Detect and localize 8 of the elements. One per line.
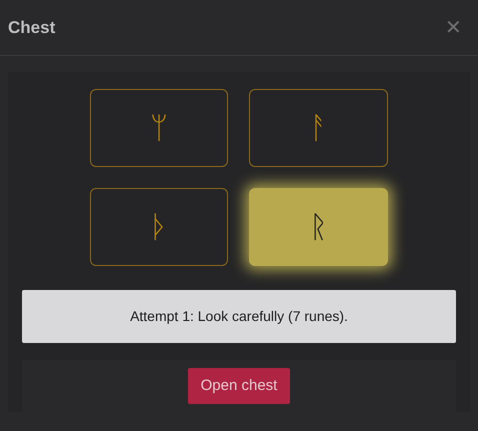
message-box: Attempt 1: Look carefully (7 runes).: [22, 290, 456, 343]
open-chest-button[interactable]: Open chest: [188, 368, 290, 404]
rune-tile[interactable]: ᚦ: [90, 188, 228, 266]
rune-tile[interactable]: ᛘ: [90, 89, 228, 167]
window-title: Chest: [8, 16, 56, 39]
close-button[interactable]: ✕: [445, 12, 462, 42]
rune-tile[interactable]: ᚨ: [249, 89, 388, 167]
rune-tile[interactable]: ᚱ: [249, 188, 388, 266]
